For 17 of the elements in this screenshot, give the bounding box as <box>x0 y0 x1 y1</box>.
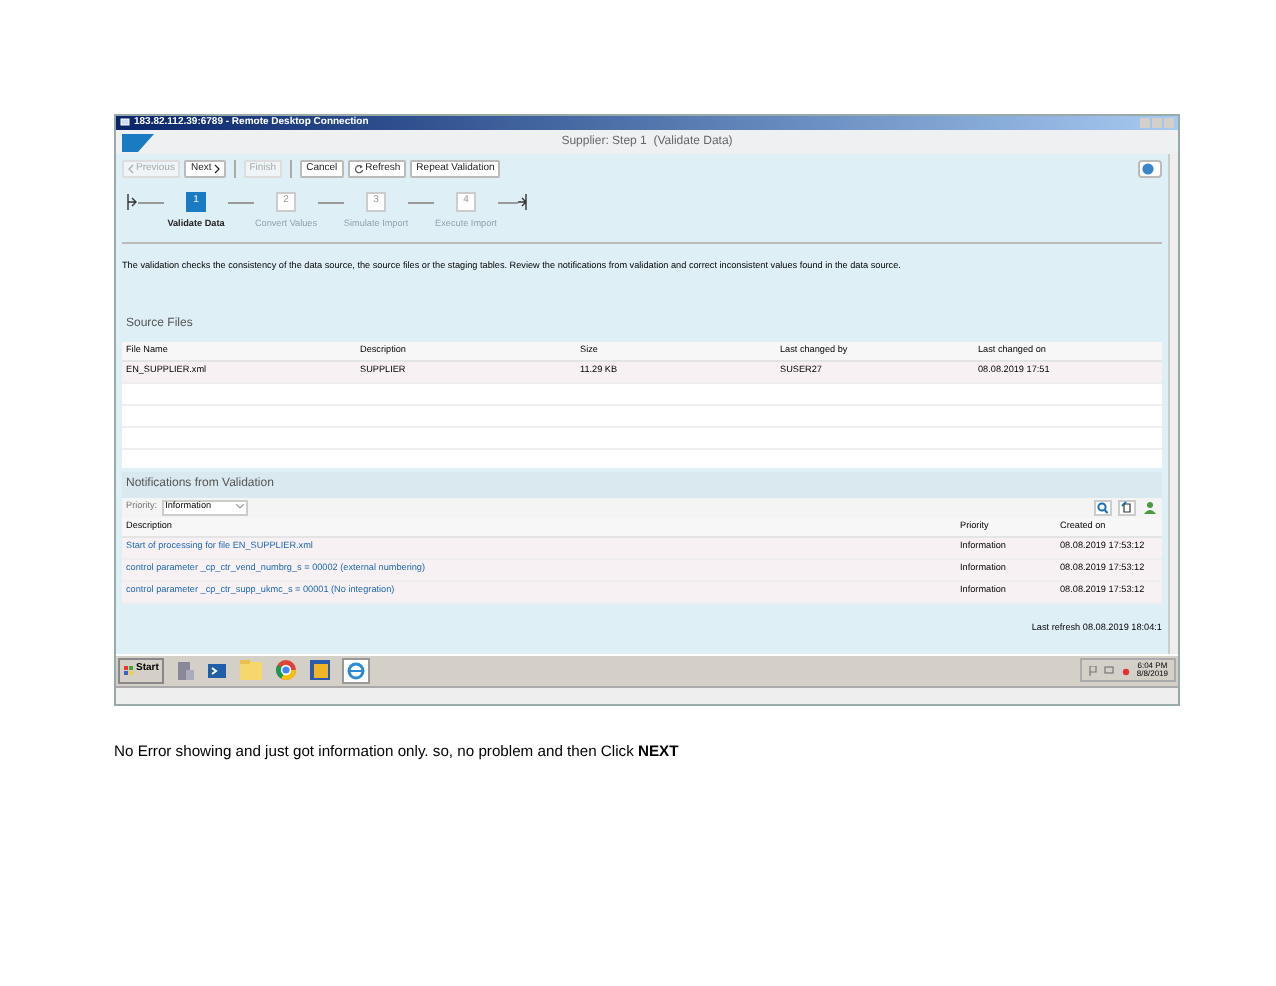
terminal-icon[interactable] <box>206 659 229 682</box>
browser-icon[interactable] <box>274 658 299 683</box>
export-icon[interactable] <box>1118 499 1136 516</box>
windows-logo-icon <box>124 665 134 676</box>
roadmap-end-icon <box>518 194 528 210</box>
refresh-icon <box>353 164 364 174</box>
flag-icon <box>1088 665 1099 676</box>
browser-icon[interactable] <box>342 657 371 684</box>
search-icon[interactable] <box>1094 499 1112 516</box>
roadmap-start-icon <box>126 194 138 210</box>
help-icon[interactable] <box>1138 160 1162 178</box>
server-icon[interactable] <box>174 659 197 682</box>
person-icon[interactable] <box>1142 499 1158 516</box>
computer-icon <box>120 118 130 128</box>
chevron-left-icon <box>128 164 134 174</box>
chevron-right-icon <box>213 164 220 174</box>
chevron-down-icon <box>235 504 244 511</box>
